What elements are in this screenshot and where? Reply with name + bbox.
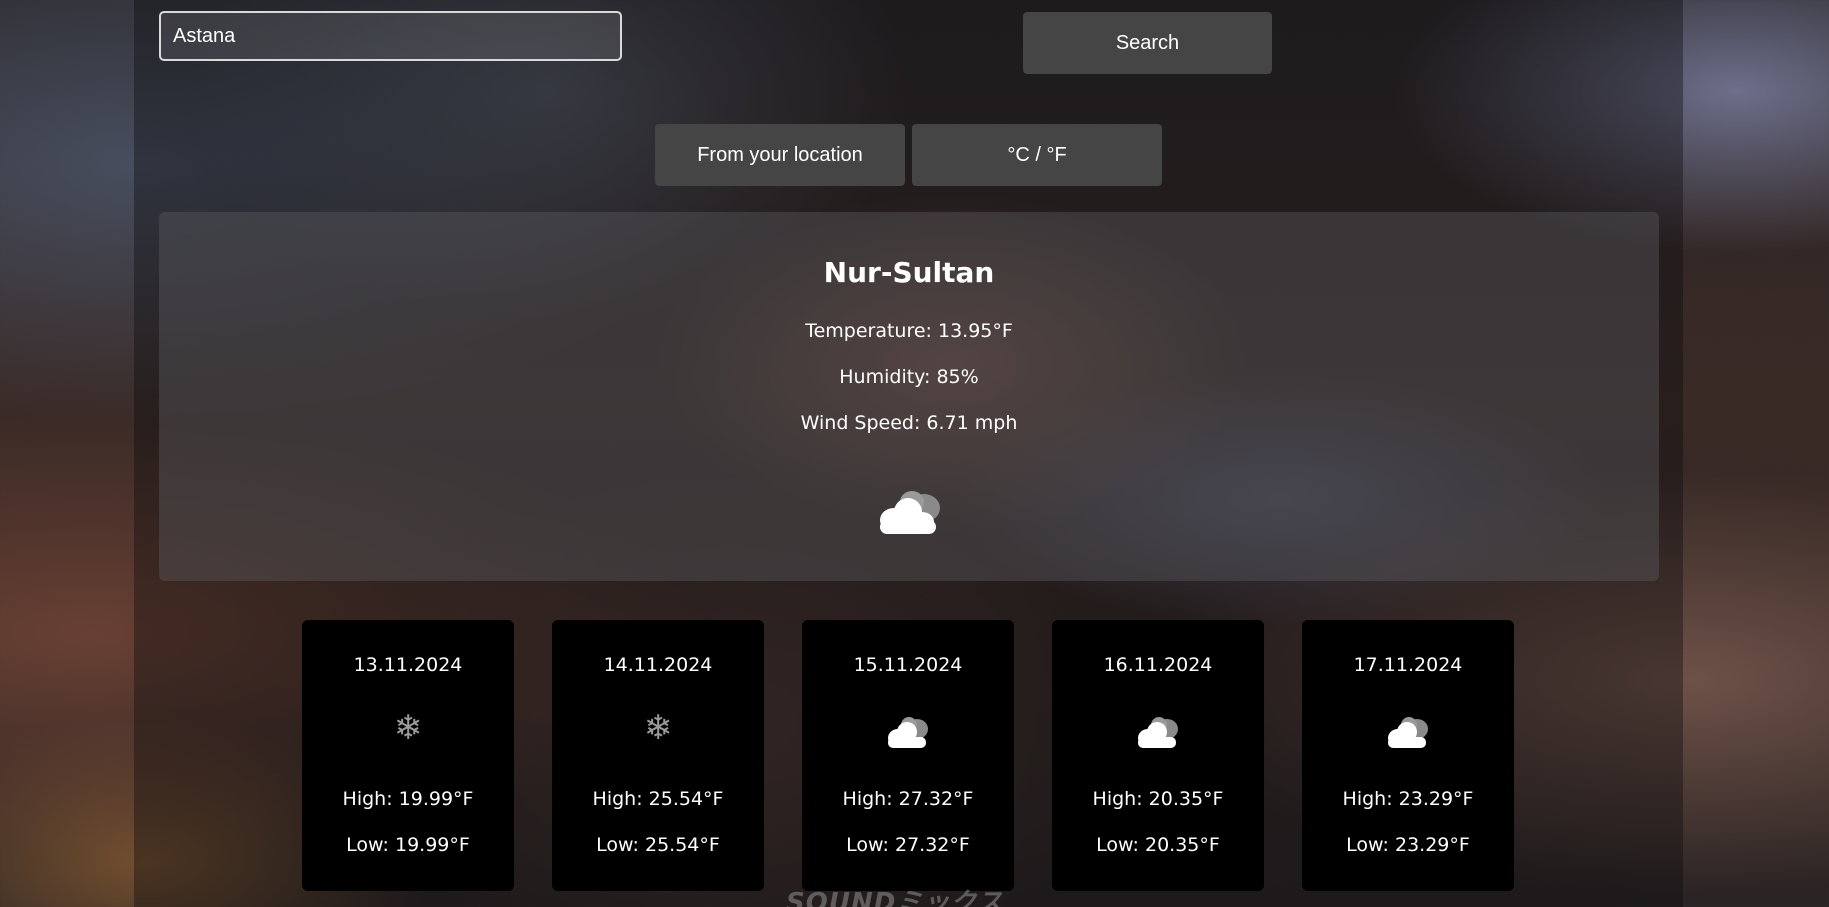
unit-toggle-button[interactable]: °C / °F (912, 124, 1162, 186)
snowflake-icon: ❄ (393, 708, 423, 748)
current-weather-card: Nur-Sultan Temperature: 13.95°F Humidity… (159, 212, 1659, 581)
forecast-date: 16.11.2024 (1103, 654, 1213, 676)
forecast-card: 13.11.2024 ❄ High: 19.99°F Low: 19.99°F (302, 620, 514, 891)
forecast-date: 15.11.2024 (853, 654, 963, 676)
temperature-text: Temperature: 13.95°F (805, 320, 1013, 342)
forecast-date: 13.11.2024 (353, 654, 463, 676)
snowflake-icon: ❄ (643, 708, 673, 748)
forecast-low: Low: 25.54°F (596, 834, 720, 856)
forecast-card: 16.11.2024 High: 20.35°F Low: 20.35°F (1052, 620, 1264, 891)
background-watermark: SOUNDミックス (786, 888, 1004, 907)
forecast-high: High: 20.35°F (1092, 788, 1224, 810)
forecast-card: 15.11.2024 High: 27.32°F Low: 27.32°F (802, 620, 1014, 891)
forecast-card: 17.11.2024 High: 23.29°F Low: 23.29°F (1302, 620, 1514, 891)
city-search-input[interactable] (159, 11, 622, 61)
forecast-low: Low: 23.29°F (1346, 834, 1470, 856)
city-name: Nur-Sultan (823, 256, 995, 289)
forecast-high: High: 19.99°F (342, 788, 474, 810)
forecast-date: 17.11.2024 (1353, 654, 1463, 676)
forecast-high: High: 23.29°F (1342, 788, 1474, 810)
cloud-icon (880, 491, 940, 534)
forecast-date: 14.11.2024 (603, 654, 713, 676)
wind-speed-text: Wind Speed: 6.71 mph (800, 412, 1018, 434)
cloud-icon (1388, 717, 1428, 748)
forecast-low: Low: 20.35°F (1096, 834, 1220, 856)
forecast-low: Low: 27.32°F (846, 834, 970, 856)
search-button[interactable]: Search (1023, 12, 1272, 74)
forecast-high: High: 27.32°F (842, 788, 974, 810)
humidity-text: Humidity: 85% (839, 366, 979, 388)
cloud-icon (888, 717, 928, 748)
forecast-high: High: 25.54°F (592, 788, 724, 810)
forecast-card: 14.11.2024 ❄ High: 25.54°F Low: 25.54°F (552, 620, 764, 891)
forecast-low: Low: 19.99°F (346, 834, 470, 856)
from-location-button[interactable]: From your location (655, 124, 905, 186)
cloud-icon (1138, 717, 1178, 748)
